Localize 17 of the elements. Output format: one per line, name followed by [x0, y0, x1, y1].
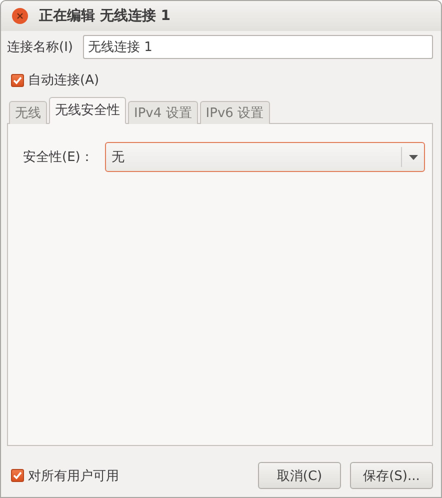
close-icon[interactable] — [11, 7, 29, 25]
checkbox-label: 自动连接(A) — [28, 72, 100, 89]
checkbox-label: 对所有用户可用 — [28, 468, 119, 484]
field-label: 连接名称(I) — [7, 39, 73, 56]
dialog-button[interactable]: 取消(C) — [258, 462, 341, 489]
checkbox[interactable] — [11, 469, 24, 482]
tab[interactable]: 无线 — [9, 101, 47, 124]
checkbox[interactable] — [11, 74, 24, 86]
name-field[interactable]: 无线连接 1 — [82, 35, 433, 59]
window-title: 正在编辑 无线连接 1 — [39, 7, 170, 25]
tab[interactable]: IPv6 设置 — [200, 101, 270, 124]
tab[interactable]: 无线安全性 — [49, 97, 126, 124]
tab[interactable]: IPv4 设置 — [128, 101, 198, 124]
dropdown-arrow-icon — [408, 154, 418, 160]
security-dropdown[interactable]: 无 — [105, 142, 425, 172]
field-label: 安全性(E)： — [23, 149, 94, 166]
dialog-button[interactable]: 保存(S)... — [350, 462, 433, 489]
